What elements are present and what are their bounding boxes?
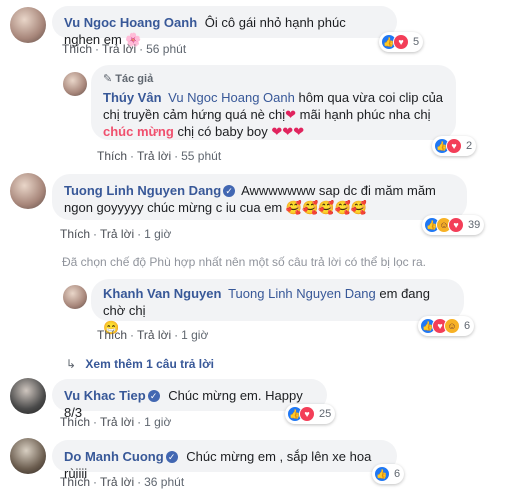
reply-link[interactable]: Trả lời	[100, 475, 134, 489]
highlight-text: chúc mừng	[103, 124, 174, 139]
reaction-count: 5	[413, 36, 420, 48]
comment-bubble: Do Manh Cuong ✓ Chúc mừng em , sắp lên xe…	[52, 440, 397, 481]
reaction-summary[interactable]: 👍 ♥ 2	[432, 136, 477, 156]
avatar[interactable]	[63, 285, 87, 309]
reply-arrow-icon: ↳	[66, 357, 77, 371]
love-icon: ♥	[446, 138, 462, 154]
pencil-icon: ✎	[103, 73, 113, 85]
like-link[interactable]: Thích	[60, 227, 90, 241]
heart-emoji: ❤	[285, 107, 297, 122]
reaction-count: 2	[466, 140, 473, 152]
reaction-summary[interactable]: 👍 6	[372, 464, 405, 484]
commenter-name[interactable]: Vu Ngoc Hoang Oanh	[64, 15, 197, 30]
reaction-count: 25	[319, 408, 332, 420]
timestamp[interactable]: 36 phút	[144, 475, 184, 489]
timestamp[interactable]: 1 giờ	[144, 415, 171, 429]
commenter-name[interactable]: Vu Khac Tiep	[64, 388, 146, 403]
love-icon: ♥	[448, 217, 464, 233]
comment-bubble: Vu Ngoc Hoang Oanh Ôi cô gái nhỏ hạnh ph…	[52, 6, 397, 47]
love-icon: ♥	[393, 34, 409, 50]
reply-link[interactable]: Trả lời	[102, 42, 136, 56]
reaction-summary[interactable]: 👍 ♥ ☺ 6	[418, 316, 475, 336]
like-link[interactable]: Thích	[62, 42, 92, 56]
avatar[interactable]	[10, 438, 46, 474]
author-tag: ✎ Tác giả	[103, 73, 154, 85]
reply-link[interactable]: Trả lời	[137, 328, 171, 342]
haha-icon: ☺	[444, 318, 460, 334]
comment-bubble: Vu Khac Tiep ✓ Chúc mừng em. Happy 8/3	[52, 379, 327, 420]
like-link[interactable]: Thích	[97, 328, 127, 342]
comment-actions: Thích · Trả lời · 1 giờ	[60, 415, 172, 429]
timestamp[interactable]: 1 giờ	[181, 328, 208, 342]
avatar[interactable]	[10, 378, 46, 414]
reaction-summary[interactable]: 👍 ♥ 5	[379, 32, 424, 52]
commenter-name[interactable]: Do Manh Cuong	[64, 449, 164, 464]
commenter-name[interactable]: Tuong Linh Nguyen Dang	[64, 183, 221, 198]
reaction-count: 6	[464, 320, 471, 332]
comment-text: chị có baby boy	[177, 124, 268, 139]
verified-badge-icon: ✓	[165, 450, 178, 463]
view-more-label: Xem thêm 1 câu trả lời	[85, 357, 214, 371]
comment-actions: Thích · Trả lời · 1 giờ	[60, 227, 172, 241]
comment-actions: Thích · Trả lời · 56 phút	[62, 42, 187, 56]
heart-emoji: ❤❤❤	[271, 124, 305, 139]
reaction-count: 39	[468, 219, 481, 231]
like-link[interactable]: Thích	[97, 149, 127, 163]
timestamp[interactable]: 56 phút	[146, 42, 186, 56]
comment-text: mãi hạnh phúc nha chị	[299, 107, 431, 122]
love-icon: ♥	[299, 406, 315, 422]
reply-bubble: Khanh Van Nguyen Tuong Linh Nguyen Dang …	[91, 279, 464, 335]
like-link[interactable]: Thích	[60, 415, 90, 429]
reply-link[interactable]: Trả lời	[100, 227, 134, 241]
emoji-group: 🥰🥰🥰🥰🥰	[285, 200, 367, 215]
avatar[interactable]	[10, 173, 46, 209]
mention[interactable]: Vu Ngoc Hoang Oanh	[168, 90, 295, 105]
comment-actions: Thích · Trả lời · 36 phút	[60, 475, 185, 489]
like-link[interactable]: Thích	[60, 475, 90, 489]
reaction-summary[interactable]: 👍 ♥ 25	[285, 404, 336, 424]
like-icon: 👍	[374, 466, 390, 482]
verified-badge-icon: ✓	[223, 184, 236, 197]
comment-actions: Thích · Trả lời · 55 phút	[97, 149, 222, 163]
view-more-replies-link[interactable]: ↳ Xem thêm 1 câu trả lời	[66, 357, 214, 371]
reaction-summary[interactable]: 👍 ☺ ♥ 39	[422, 215, 485, 235]
timestamp[interactable]: 55 phút	[181, 149, 221, 163]
reply-link[interactable]: Trả lời	[137, 149, 171, 163]
avatar[interactable]	[10, 7, 46, 43]
verified-badge-icon: ✓	[147, 389, 160, 402]
comment-actions: Thích · Trả lời · 1 giờ	[97, 328, 209, 342]
commenter-name[interactable]: Khanh Van Nguyen	[103, 286, 221, 301]
timestamp[interactable]: 1 giờ	[144, 227, 171, 241]
filter-notice: Đã chọn chế độ Phù hợp nhất nên một số c…	[62, 255, 426, 269]
commenter-name[interactable]: Thúy Vân	[103, 90, 162, 105]
mention[interactable]: Tuong Linh Nguyen Dang	[228, 286, 376, 301]
avatar[interactable]	[63, 72, 87, 96]
reply-bubble: ✎ Tác giả Thúy Vân Vu Ngoc Hoang Oanh hô…	[91, 65, 456, 140]
reply-link[interactable]: Trả lời	[100, 415, 134, 429]
comment-bubble: Tuong Linh Nguyen Dang ✓ Awwwwwww sap dc …	[52, 174, 467, 220]
reaction-count: 6	[394, 468, 401, 480]
